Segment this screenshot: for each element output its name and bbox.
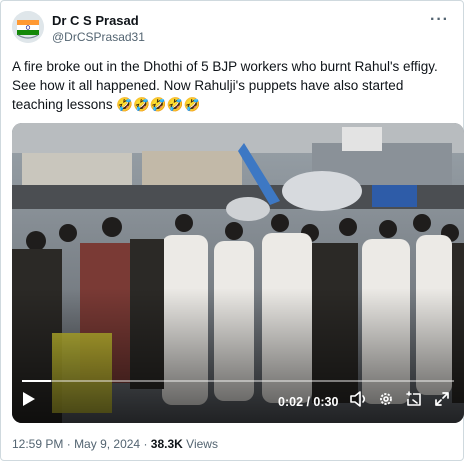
play-icon[interactable] [22, 391, 40, 413]
india-flag-avatar-image [12, 11, 44, 43]
fullscreen-icon[interactable] [434, 391, 454, 413]
avatar[interactable] [12, 11, 44, 43]
video-time: 0:02 / 0:30 [278, 395, 339, 409]
settings-gear-icon[interactable] [378, 391, 398, 413]
tweet-date[interactable]: May 9, 2024 [74, 437, 140, 451]
video-progress-bar[interactable] [22, 380, 454, 382]
volume-icon[interactable] [350, 391, 370, 413]
tweet-card: Dr C S Prasad @DrCSPrasad31 ··· A fire b… [0, 0, 464, 461]
video-progress-fill [22, 380, 51, 382]
author-handle[interactable]: @DrCSPrasad31 [52, 30, 145, 44]
views-count: 38.3K [150, 437, 183, 451]
picture-in-picture-icon[interactable] [406, 391, 426, 413]
meta-separator: · [66, 437, 71, 451]
tweet-time[interactable]: 12:59 PM [12, 437, 63, 451]
video-frame [12, 123, 464, 423]
tweet-meta: 12:59 PM · May 9, 2024 · 38.3K Views [12, 437, 218, 451]
more-options-icon[interactable]: ··· [430, 11, 449, 29]
video-player[interactable]: 0:02 / 0:30 [12, 123, 464, 423]
meta-separator: · [143, 437, 148, 451]
author-name[interactable]: Dr C S Prasad [52, 13, 139, 28]
views-label: Views [186, 437, 218, 451]
tweet-text: A fire broke out in the Dhothi of 5 BJP … [12, 59, 438, 112]
